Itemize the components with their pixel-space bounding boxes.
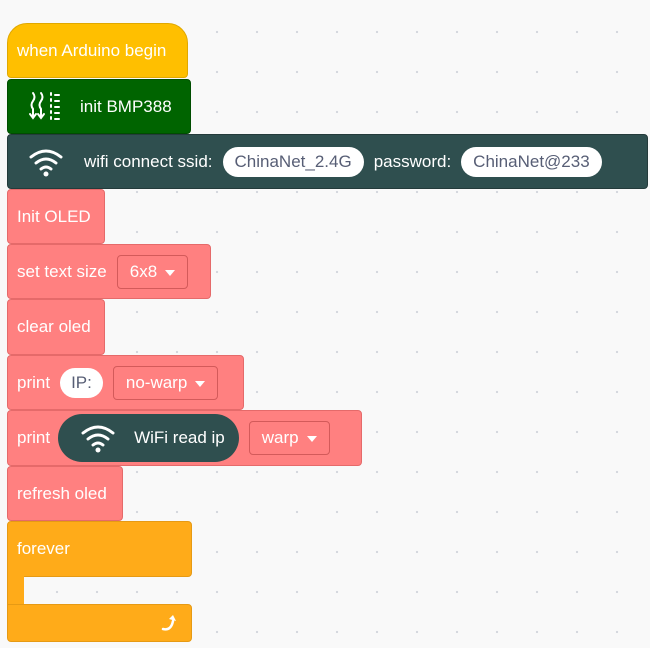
print-wrap-dropdown[interactable]: warp: [248, 421, 330, 455]
text-size-dropdown[interactable]: 6x8: [116, 254, 189, 289]
init-oled-block[interactable]: Init OLED: [7, 189, 105, 244]
forever-top[interactable]: forever: [7, 521, 192, 577]
when-arduino-begin-block[interactable]: when Arduino begin: [7, 23, 188, 78]
print-wifi-ip-block[interactable]: print WiFi read ip warp: [7, 410, 362, 466]
loop-arrow-icon: [159, 613, 179, 633]
wifi-read-ip-reporter[interactable]: WiFi read ip: [58, 414, 239, 462]
init-oled-label: Init OLED: [17, 206, 91, 226]
refresh-oled-label: refresh oled: [17, 483, 107, 503]
print-mode-value: no-warp: [125, 372, 188, 392]
chevron-down-icon: [195, 380, 206, 387]
wifi-icon: [28, 147, 64, 177]
wifi-read-ip-label: WiFi read ip: [134, 428, 225, 447]
forever-label: forever: [17, 539, 70, 558]
clear-oled-label: clear oled: [17, 317, 91, 336]
wifi-icon: [80, 423, 116, 453]
bmp-label: init BMP388: [80, 96, 172, 116]
hat-label: when Arduino begin: [17, 40, 167, 60]
print-ip-block[interactable]: print IP: no-warp: [7, 355, 244, 410]
print-label: print: [17, 372, 51, 392]
password-label: password:: [373, 151, 452, 171]
text-size-value: 6x8: [129, 261, 158, 281]
wifi-connect-label: wifi connect ssid:: [84, 151, 213, 171]
refresh-oled-block[interactable]: refresh oled: [7, 466, 123, 521]
print-wrap-value: warp: [261, 428, 299, 447]
set-text-size-block[interactable]: set text size 6x8: [7, 244, 211, 299]
password-input[interactable]: ChinaNet@233: [461, 146, 602, 177]
forever-block[interactable]: forever: [7, 521, 192, 642]
chevron-down-icon: [306, 436, 317, 442]
ssid-input[interactable]: ChinaNet_2.4G: [222, 146, 364, 177]
forever-bottom[interactable]: [7, 604, 192, 642]
set-text-size-label: set text size: [17, 261, 107, 281]
clear-oled-block[interactable]: clear oled: [7, 299, 105, 355]
print-label: print: [17, 428, 51, 447]
print-mode-dropdown[interactable]: no-warp: [112, 365, 219, 400]
chevron-down-icon: [165, 269, 176, 276]
init-bmp388-block[interactable]: init BMP388: [7, 79, 191, 134]
sensor-icon: [28, 90, 62, 124]
wifi-connect-block[interactable]: wifi connect ssid: ChinaNet_2.4G passwor…: [7, 134, 648, 189]
forever-arm: [7, 576, 24, 606]
print-text-input[interactable]: IP:: [60, 367, 103, 398]
